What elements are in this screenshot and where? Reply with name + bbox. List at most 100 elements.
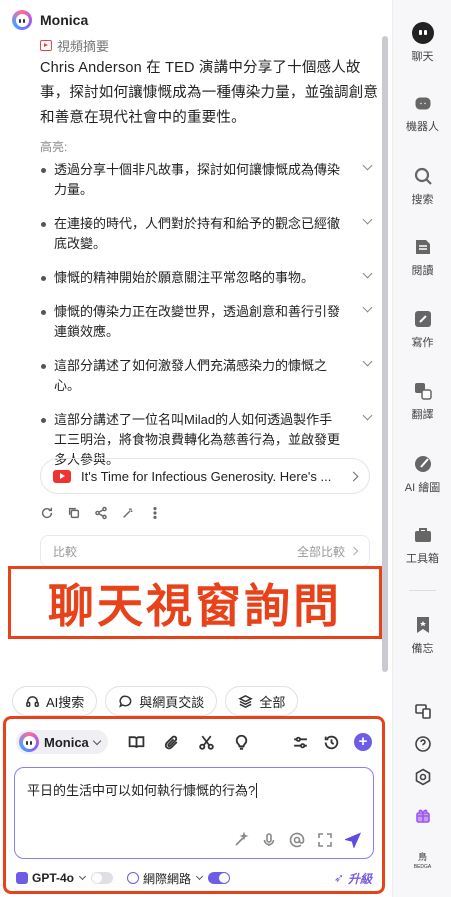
help-button[interactable] [393,735,451,758]
web-access-toggle[interactable] [208,872,231,884]
youtube-icon [53,469,71,483]
chat-input-value: 平日的生活中可以如何執行慷慨的行為? [27,783,256,798]
rail-label: AI 繪圖 [404,482,441,494]
rail-item-toolbox[interactable]: 工具箱 [393,524,451,566]
web-access-selector[interactable]: 網際網路 [127,870,204,887]
highlight-item[interactable]: 這部分講述了如何激發人們充滿感染力的慷慨之心。 [40,356,375,396]
all-label: 全部 [259,694,286,710]
settings-sliders-icon[interactable] [292,734,309,751]
source-video-card[interactable]: It's Time for Infectious Generosity. Her… [40,458,370,494]
chevron-down-icon[interactable] [362,214,373,225]
share-icon[interactable] [94,506,108,520]
copy-icon[interactable] [67,506,81,520]
highlight-text: 這部分講述了如何激發人們充滿感染力的慷慨之心。 [54,358,328,393]
attachment-icon[interactable] [163,734,180,751]
gpt-toggle[interactable] [91,872,114,884]
highlight-item[interactable]: 慷慨的傳染力正在改變世界，透過創意和善行引發連鎖效應。 [40,302,375,342]
sparkle-wand-icon[interactable] [233,832,249,848]
chevron-down-icon [195,872,204,881]
microphone-icon[interactable] [261,832,277,848]
rail-item-write[interactable]: 寫作 [393,308,451,350]
chevron-down-icon[interactable] [362,160,373,171]
upgrade-button[interactable]: ➶ 升級 [334,870,372,887]
highlight-item[interactable]: 在連接的時代，人們對於持有和給予的觀念已經徹底改變。 [40,214,375,254]
monica-logo-icon [12,10,32,30]
gift-button[interactable] [393,806,451,829]
palette-icon [414,456,431,472]
composer-tools [128,734,250,751]
rocket-icon: ➶ [333,871,344,885]
mini-app-badge[interactable]: 鳥 BEDGA [393,852,451,872]
rail-item-ai-draw[interactable]: AI 繪圖 [393,453,451,495]
model-name: Monica [44,734,89,750]
rail-label: 機器人 [406,121,439,133]
all-chip[interactable]: 全部 [225,686,299,716]
highlights-label: 高亮: [40,140,68,154]
more-icon[interactable] [148,506,162,520]
send-icon[interactable] [345,832,361,848]
chevron-right-icon [349,546,359,556]
rail-label: 翻譯 [411,409,434,421]
history-icon[interactable] [323,734,340,751]
compare-bar[interactable]: 比較 全部比較 [40,535,370,567]
rail-label: 備忘 [411,643,434,655]
help-icon [414,736,431,752]
chat-bubble-icon [119,695,132,708]
rail-label: 閱讀 [411,265,434,277]
lightbulb-icon[interactable] [233,734,250,751]
chevron-right-icon [348,471,359,481]
chat-input[interactable]: 平日的生活中可以如何執行慷慨的行為? [14,767,374,859]
rail-item-search[interactable]: 搜索 [393,165,451,207]
chevron-down-icon[interactable] [362,302,373,313]
devices-button[interactable] [393,702,451,725]
book-icon[interactable] [128,734,145,751]
highlight-text: 慷慨的精神開始於願意關注平常忽略的事物。 [54,270,315,285]
regenerate-icon[interactable] [40,506,54,520]
gpt-model-label: GPT-4o [32,871,75,885]
gpt-model-selector[interactable]: GPT-4o [16,871,87,885]
rail-divider [409,590,436,591]
annotation-text: 聊天視窗詢問 [48,579,342,632]
robot-icon [415,97,430,110]
layers-icon [238,694,254,708]
rail-item-memo[interactable]: 備忘 [393,614,451,656]
chat-with-web-label: 與網頁交談 [139,694,205,710]
highlight-text: 透過分享十個非凡故事，探討如何讓慷慨成為傳染力量。 [54,162,341,197]
search-icon [414,167,432,185]
rail-item-chat[interactable]: 聊天 [393,22,451,64]
magic-wand-icon[interactable] [121,506,135,520]
mini-app-label: 鳥 [417,852,427,862]
compare-all-link[interactable]: 全部比較 [297,543,345,560]
at-mention-icon[interactable] [289,832,305,848]
reading-icon [415,240,430,254]
scrollbar[interactable] [382,36,388,672]
chevron-down-icon[interactable] [362,410,373,421]
rail-item-translate[interactable]: 翻譯 [393,380,451,422]
highlight-item[interactable]: 慷慨的精神開始於願意關注平常忽略的事物。 [40,268,375,288]
model-selector[interactable]: Monica [16,730,108,754]
highlight-text: 慷慨的傳染力正在改變世界，透過創意和善行引發連鎖效應。 [54,304,341,339]
chat-with-web-chip[interactable]: 與網頁交談 [105,686,218,716]
rail-item-read[interactable]: 閱讀 [393,236,451,278]
source-video-title: It's Time for Infectious Generosity. Her… [81,468,332,484]
settings-button[interactable] [393,768,451,791]
highlights-list: 透過分享十個非凡故事，探討如何讓慷慨成為傳染力量。 在連接的時代，人們對於持有和… [40,160,375,484]
ai-search-chip[interactable]: AI搜索 [12,686,98,716]
summary-paragraph: Chris Anderson 在 TED 演講中分享了十個感人故事，探討如何讓慷… [40,60,379,126]
composer-toolbar-right: + [292,733,372,751]
settings-icon [415,768,430,786]
bookmark-star-icon [416,617,429,633]
video-icon [40,40,52,51]
chevron-down-icon[interactable] [362,356,373,367]
highlight-item[interactable]: 透過分享十個非凡故事，探討如何讓慷慨成為傳染力量。 [40,160,375,200]
compare-label: 比較 [53,544,78,559]
expand-icon[interactable] [317,832,333,848]
chevron-down-icon[interactable] [362,268,373,279]
chat-panel: Monica 視頻摘要 Chris Anderson 在 TED 演講中分享了十… [0,0,392,897]
quick-chips: AI搜索 與網頁交談 全部 [12,686,299,716]
gift-icon [415,809,430,823]
composer-toolbar: Monica + [16,729,372,755]
scissors-icon[interactable] [198,734,215,751]
rail-item-bots[interactable]: 機器人 [393,92,451,134]
new-chat-plus-icon[interactable]: + [354,733,372,751]
